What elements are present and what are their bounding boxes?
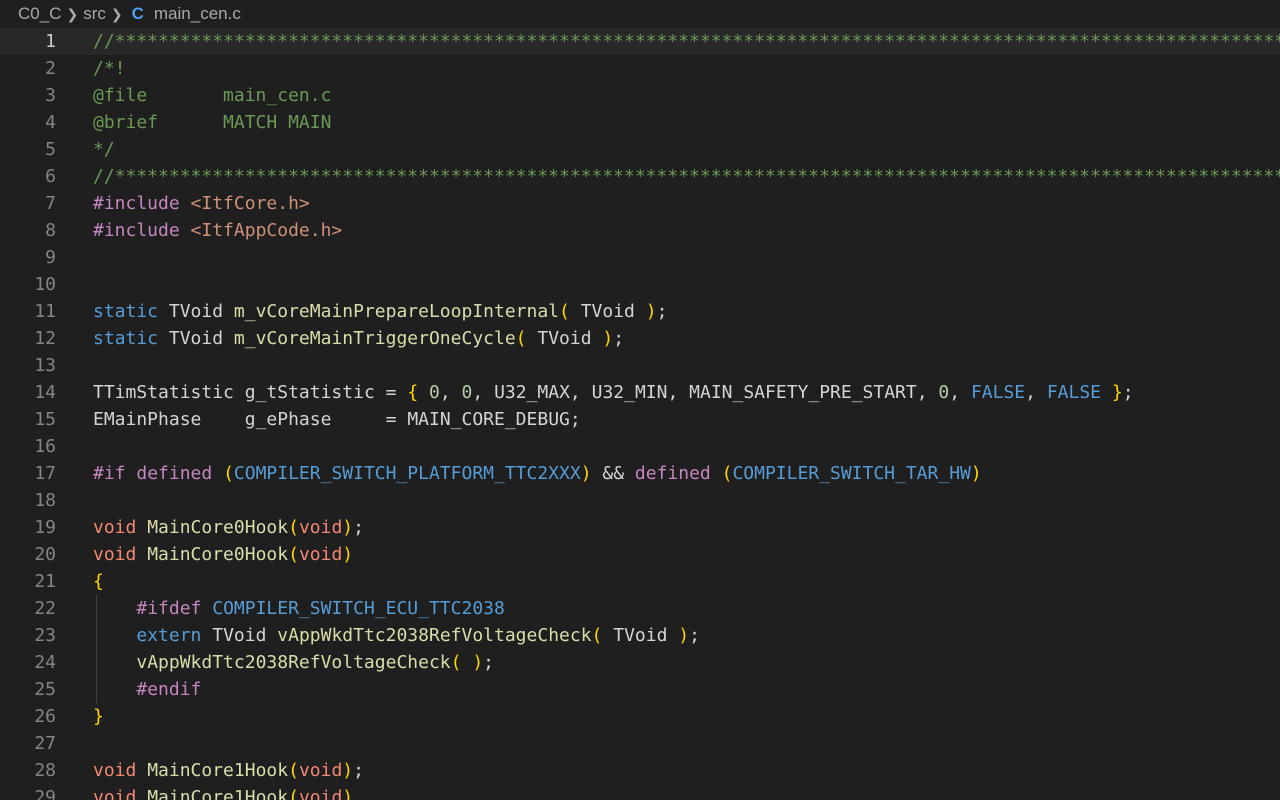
code-text: */ bbox=[93, 139, 115, 160]
code-line[interactable]: 22 #ifdef COMPILER_SWITCH_ECU_TTC2038 bbox=[0, 595, 1280, 622]
code-line[interactable]: 3 @file main_cen.c bbox=[0, 82, 1280, 109]
code-line[interactable]: 9 bbox=[0, 244, 1280, 271]
breadcrumb-file[interactable]: main_cen.c bbox=[154, 4, 241, 24]
code-line[interactable]: 12 static TVoid m_vCoreMainTriggerOneCycl… bbox=[0, 325, 1280, 352]
code-line[interactable]: 17 #if defined (COMPILER_SWITCH_PLATFORM_… bbox=[0, 460, 1280, 487]
line-number: 1 bbox=[45, 31, 56, 52]
c-file-icon: C bbox=[131, 4, 144, 23]
code-text: } bbox=[93, 706, 104, 727]
code-text: { bbox=[93, 571, 104, 592]
code-line[interactable]: 6 //*************************************… bbox=[0, 163, 1280, 190]
line-number: 28 bbox=[34, 760, 56, 781]
line-number: 25 bbox=[34, 679, 56, 700]
code-text: void MainCore1Hook(void) bbox=[93, 787, 354, 800]
code-line[interactable]: 19 void MainCore0Hook(void); bbox=[0, 514, 1280, 541]
line-number: 24 bbox=[34, 652, 56, 673]
code-line[interactable]: 15 EMainPhase g_ePhase = MAIN_CORE_DEBUG; bbox=[0, 406, 1280, 433]
code-line[interactable]: 20 void MainCore0Hook(void) bbox=[0, 541, 1280, 568]
line-number: 16 bbox=[34, 436, 56, 457]
line-number: 17 bbox=[34, 463, 56, 484]
code-text: TTimStatistic g_tStatistic = { 0, 0, U32… bbox=[93, 382, 1134, 403]
line-number: 6 bbox=[45, 166, 56, 187]
line-number: 12 bbox=[34, 328, 56, 349]
line-number: 18 bbox=[34, 490, 56, 511]
code-text: @brief MATCH MAIN bbox=[93, 112, 332, 133]
code-line[interactable]: 11 static TVoid m_vCoreMainPrepareLoopInt… bbox=[0, 298, 1280, 325]
code-text: //**************************************… bbox=[93, 31, 1280, 52]
code-text: void MainCore1Hook(void); bbox=[93, 760, 364, 781]
line-number: 23 bbox=[34, 625, 56, 646]
line-number: 27 bbox=[34, 733, 56, 754]
code-line[interactable]: 16 bbox=[0, 433, 1280, 460]
code-text: vAppWkdTtc2038RefVoltageCheck( ); bbox=[136, 652, 495, 673]
breadcrumb-folder-src[interactable]: src bbox=[83, 4, 106, 24]
code-line[interactable]: 18 bbox=[0, 487, 1280, 514]
line-number: 11 bbox=[34, 301, 56, 322]
code-text: #include <ItfAppCode.h> bbox=[93, 220, 343, 241]
code-line[interactable]: 25 #endif bbox=[0, 676, 1280, 703]
chevron-right-icon: ❯ bbox=[110, 6, 123, 22]
chevron-right-icon: ❯ bbox=[66, 6, 79, 22]
line-number: 5 bbox=[45, 139, 56, 160]
code-text: //**************************************… bbox=[93, 166, 1280, 187]
code-text: @file main_cen.c bbox=[93, 85, 332, 106]
line-number: 22 bbox=[34, 598, 56, 619]
code-line[interactable]: 28 void MainCore1Hook(void); bbox=[0, 757, 1280, 784]
code-text: #include <ItfCore.h> bbox=[93, 193, 310, 214]
code-text: static TVoid m_vCoreMainPrepareLoopInter… bbox=[93, 301, 668, 322]
code-text: /*! bbox=[93, 58, 126, 79]
line-number: 26 bbox=[34, 706, 56, 727]
code-line[interactable]: 13 bbox=[0, 352, 1280, 379]
code-text: EMainPhase g_ePhase = MAIN_CORE_DEBUG; bbox=[93, 409, 581, 430]
line-number: 21 bbox=[34, 571, 56, 592]
code-line[interactable]: 21 { bbox=[0, 568, 1280, 595]
code-text: void MainCore0Hook(void) bbox=[93, 544, 354, 565]
line-number: 9 bbox=[45, 247, 56, 268]
code-line[interactable]: 24 vAppWkdTtc2038RefVoltageCheck( ); bbox=[0, 649, 1280, 676]
code-text: void MainCore0Hook(void); bbox=[93, 517, 364, 538]
line-number: 20 bbox=[34, 544, 56, 565]
line-number: 15 bbox=[34, 409, 56, 430]
code-text: extern TVoid vAppWkdTtc2038RefVoltageChe… bbox=[136, 625, 700, 646]
code-line[interactable]: 2 /*! bbox=[0, 55, 1280, 82]
code-text: #if defined (COMPILER_SWITCH_PLATFORM_TT… bbox=[93, 463, 982, 484]
code-line[interactable]: 10 bbox=[0, 271, 1280, 298]
code-editor[interactable]: 1 //*************************************… bbox=[0, 28, 1280, 800]
code-text: #endif bbox=[136, 679, 202, 700]
code-line[interactable]: 27 bbox=[0, 730, 1280, 757]
code-line[interactable]: 7 #include <ItfCore.h> bbox=[0, 190, 1280, 217]
line-number: 2 bbox=[45, 58, 56, 79]
code-line[interactable]: 23 extern TVoid vAppWkdTtc2038RefVoltage… bbox=[0, 622, 1280, 649]
line-number: 8 bbox=[45, 220, 56, 241]
line-number: 3 bbox=[45, 85, 56, 106]
line-number: 4 bbox=[45, 112, 56, 133]
breadcrumb: C0_C ❯ src ❯ C main_cen.c bbox=[0, 0, 1280, 28]
line-number: 7 bbox=[45, 193, 56, 214]
code-line[interactable]: 8 #include <ItfAppCode.h> bbox=[0, 217, 1280, 244]
code-line[interactable]: 5 */ bbox=[0, 136, 1280, 163]
line-number: 29 bbox=[34, 787, 56, 800]
code-line[interactable]: 4 @brief MATCH MAIN bbox=[0, 109, 1280, 136]
code-line[interactable]: 29 void MainCore1Hook(void) bbox=[0, 784, 1280, 800]
line-number: 19 bbox=[34, 517, 56, 538]
code-text: #ifdef COMPILER_SWITCH_ECU_TTC2038 bbox=[136, 598, 505, 619]
code-line[interactable]: 14 TTimStatistic g_tStatistic = { 0, 0, U… bbox=[0, 379, 1280, 406]
line-number: 13 bbox=[34, 355, 56, 376]
code-line[interactable]: 1 //*************************************… bbox=[0, 28, 1280, 55]
line-number: 10 bbox=[34, 274, 56, 295]
line-number: 14 bbox=[34, 382, 56, 403]
breadcrumb-folder-c0c[interactable]: C0_C bbox=[18, 4, 61, 24]
code-text: static TVoid m_vCoreMainTriggerOneCycle(… bbox=[93, 328, 625, 349]
code-line[interactable]: 26} bbox=[0, 703, 1280, 730]
